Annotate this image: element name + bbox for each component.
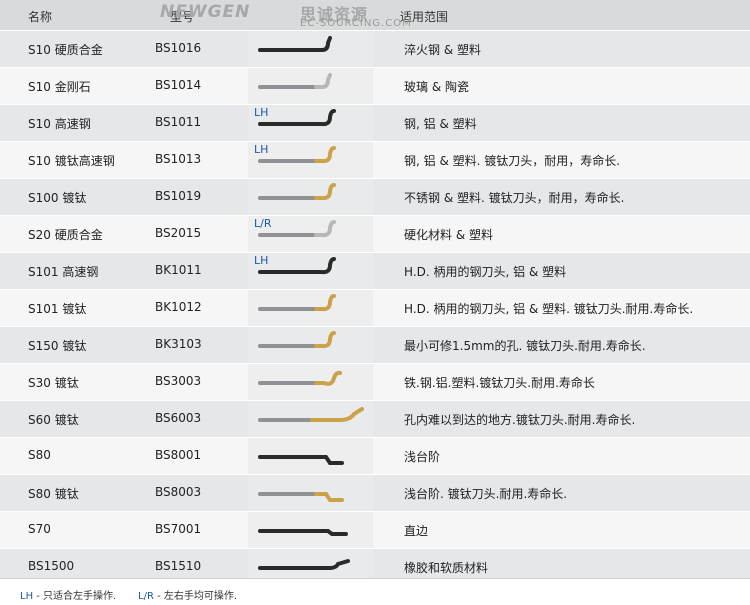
product-use: 玻璃 & 陶瓷 <box>404 80 469 94</box>
product-model: BK3103 <box>155 337 202 351</box>
product-model: BS7001 <box>155 522 202 536</box>
product-model: BS1011 <box>155 115 202 129</box>
table-row: S70 BS7001 直边 <box>0 512 750 549</box>
product-model: BS2015 <box>155 226 202 240</box>
table-row: S10 镀钛高速钢 BS1013 LH 钢, 铝 & 塑料. 镀钛刀头，耐用，寿命长. <box>0 142 750 179</box>
product-use: 钢, 铝 & 塑料 <box>404 117 477 131</box>
product-name: S10 硬质合金 <box>28 43 103 57</box>
product-model: BS1013 <box>155 152 202 166</box>
table-row: S100 镀钛 BS1019 不锈钢 & 塑料. 镀钛刀头，耐用，寿命长. <box>0 179 750 216</box>
product-use: 硬化材料 & 塑料 <box>404 228 493 242</box>
product-use: 不锈钢 & 塑料. 镀钛刀头，耐用，寿命长. <box>404 191 625 205</box>
product-table: S10 硬质合金 BS1016 淬火钢 & 塑料 S10 金刚石 BS1014 玻璃 & … <box>0 31 750 586</box>
product-model: BS1019 <box>155 189 202 203</box>
legend-lr-text: - 左右手均可操作. <box>153 591 238 602</box>
product-model: BS8001 <box>155 448 202 462</box>
legend-footer: LH - 只适合左手操作. L/R - 左右手均可操作. <box>0 578 750 605</box>
header-name: 名称 <box>28 10 53 24</box>
product-name: S10 金刚石 <box>28 80 91 94</box>
product-use: H.D. 柄用的钢刀头, 铝 & 塑料. 镀钛刀头.耐用.寿命长. <box>404 302 694 316</box>
deburring-blade-icon <box>258 455 344 465</box>
table-row: S10 高速钢 BS1011 LH 钢, 铝 & 塑料 <box>0 105 750 142</box>
product-name: S101 高速钢 <box>28 265 99 279</box>
product-use: 浅台阶. 镀钛刀头.耐用.寿命长. <box>404 487 568 501</box>
deburring-blade-icon <box>258 257 336 275</box>
product-use: 浅台阶 <box>404 450 441 464</box>
deburring-blade-icon <box>258 370 342 386</box>
table-row: S101 高速钢 BK1011 LH H.D. 柄用的钢刀头, 铝 & 塑料 <box>0 253 750 290</box>
deburring-blade-icon <box>258 492 344 502</box>
table-row: S30 镀钛 BS3003 铁.钢.铝.塑料.镀钛刀头.耐用.寿命长 <box>0 364 750 401</box>
product-model: BS1510 <box>155 559 202 573</box>
product-model: BS6003 <box>155 411 202 425</box>
deburring-blade-icon <box>258 36 332 52</box>
deburring-blade-icon <box>258 407 364 422</box>
product-name: S60 镀钛 <box>28 413 79 427</box>
table-row: S60 镀钛 BS6003 孔内难以到达的地方.镀钛刀头.耐用.寿命长. <box>0 401 750 438</box>
deburring-blade-icon <box>258 73 332 89</box>
table-row: S10 硬质合金 BS1016 淬火钢 & 塑料 <box>0 31 750 68</box>
product-name: S30 镀钛 <box>28 376 79 390</box>
product-name: S10 镀钛高速钢 <box>28 154 115 168</box>
product-model: BS1014 <box>155 78 202 92</box>
deburring-blade-icon <box>258 331 336 349</box>
product-model: BK1012 <box>155 300 202 314</box>
product-name: S70 <box>28 522 51 536</box>
product-name: S150 镀钛 <box>28 339 87 353</box>
deburring-blade-icon <box>258 146 336 164</box>
table-row: S80 镀钛 BS8003 浅台阶. 镀钛刀头.耐用.寿命长. <box>0 475 750 512</box>
deburring-blade-icon <box>258 294 336 312</box>
product-name: S101 镀钛 <box>28 302 87 316</box>
table-row: S20 硬质合金 BS2015 L/R 硬化材料 & 塑料 <box>0 216 750 253</box>
table-row: S101 镀钛 BK1012 H.D. 柄用的钢刀头, 铝 & 塑料. 镀钛刀头.耐… <box>0 290 750 327</box>
product-name: BS1500 <box>28 559 75 573</box>
deburring-blade-icon <box>258 220 336 238</box>
table-row: S80 BS8001 浅台阶 <box>0 438 750 475</box>
product-name: S80 镀钛 <box>28 487 79 501</box>
table-row: S10 金刚石 BS1014 玻璃 & 陶瓷 <box>0 68 750 105</box>
product-use: 直边 <box>404 524 429 538</box>
product-model: BK1011 <box>155 263 202 277</box>
deburring-blade-icon <box>258 109 336 127</box>
logo-text: NEWGEN <box>160 2 251 22</box>
legend-lh-text: - 只适合左手操作. <box>33 591 117 602</box>
product-model: BS8003 <box>155 485 202 499</box>
product-use: 淬火钢 & 塑料 <box>404 43 481 57</box>
product-use: 铁.钢.铝.塑料.镀钛刀头.耐用.寿命长 <box>404 376 595 390</box>
product-use: 橡胶和软质材料 <box>404 561 489 575</box>
product-use: 孔内难以到达的地方.镀钛刀头.耐用.寿命长. <box>404 413 636 427</box>
product-use: H.D. 柄用的钢刀头, 铝 & 塑料 <box>404 265 567 279</box>
table-header: 名称 型号 适用范围 NEWGEN 思诚资源 EC-SOURCING.COM <box>0 0 750 30</box>
product-model: BS3003 <box>155 374 202 388</box>
legend-lr-key: L/R <box>138 591 154 602</box>
product-name: S20 硬质合金 <box>28 228 103 242</box>
watermark-logo: NEWGEN 思诚资源 EC-SOURCING.COM <box>140 0 411 30</box>
deburring-blade-icon <box>258 529 348 536</box>
product-use: 钢, 铝 & 塑料. 镀钛刀头，耐用，寿命长. <box>404 154 621 168</box>
legend-lh: LH - 只适合左手操作. <box>20 587 116 602</box>
table-row: S150 镀钛 BK3103 最小可修1.5mm的孔. 镀钛刀头.耐用.寿命长. <box>0 327 750 364</box>
product-model: BS1016 <box>155 41 202 55</box>
logo-sub: EC-SOURCING.COM <box>300 18 412 29</box>
product-name: S100 镀钛 <box>28 191 87 205</box>
legend-lh-key: LH <box>20 591 34 602</box>
legend-lr: L/R - 左右手均可操作. <box>138 587 237 602</box>
product-use: 最小可修1.5mm的孔. 镀钛刀头.耐用.寿命长. <box>404 339 646 353</box>
product-name: S10 高速钢 <box>28 117 91 131</box>
deburring-blade-icon <box>258 183 336 201</box>
product-name: S80 <box>28 448 51 462</box>
